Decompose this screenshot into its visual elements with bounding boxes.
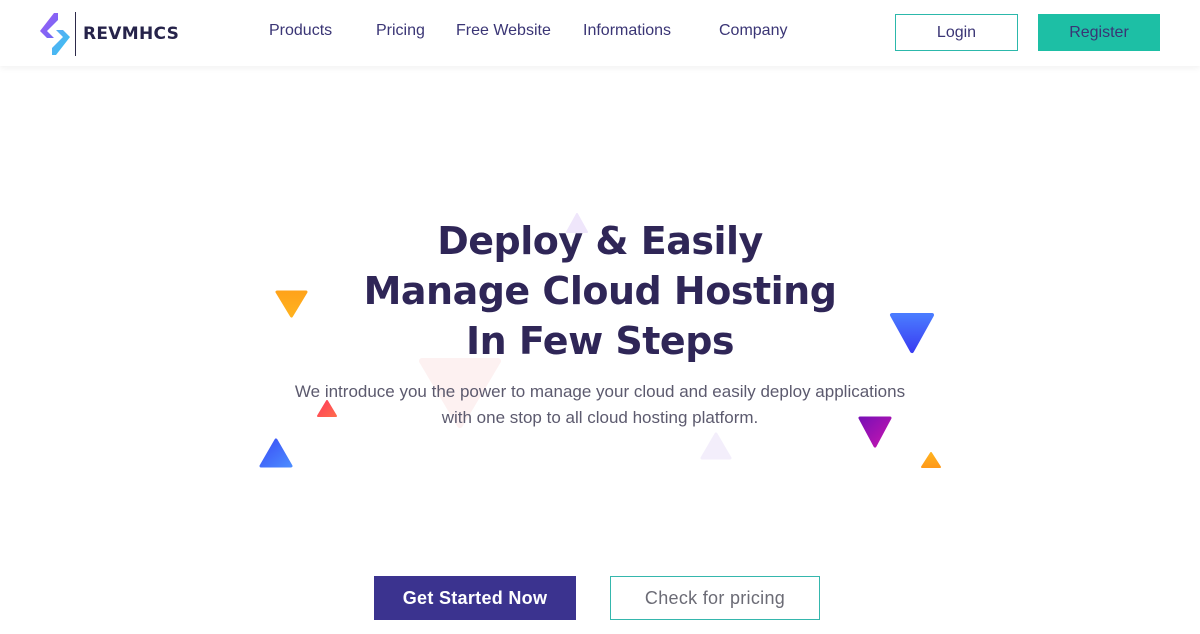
brand-logo[interactable]: REVMHCS xyxy=(38,10,179,58)
register-button[interactable]: Register xyxy=(1038,14,1160,51)
orange-up-triangle-icon xyxy=(921,452,941,468)
blue-up-triangle-icon xyxy=(259,438,293,468)
nav-item-pricing[interactable]: Pricing xyxy=(376,22,425,40)
hero-title-line: In Few Steps xyxy=(465,319,735,363)
hero-subtitle: We introduce you the power to manage you… xyxy=(0,379,1200,431)
check-pricing-button[interactable]: Check for pricing xyxy=(610,576,820,620)
hero-title-line: Manage Cloud Hosting xyxy=(363,269,837,313)
brand-name: REVMHCS xyxy=(83,24,180,44)
site-header: REVMHCS Products Pricing Free Website In… xyxy=(0,0,1200,66)
logo-divider xyxy=(75,12,76,56)
hero-title: Deploy & Easily Manage Cloud Hosting In … xyxy=(0,216,1200,366)
get-started-button[interactable]: Get Started Now xyxy=(374,576,576,620)
s-diamond-logo-icon xyxy=(40,13,70,55)
faint-lavender-up-triangle-icon xyxy=(700,432,732,460)
hero-subtitle-line: We introduce you the power to manage you… xyxy=(294,382,906,401)
nav-item-products[interactable]: Products xyxy=(269,22,332,40)
login-button[interactable]: Login xyxy=(895,14,1018,51)
nav-item-free-website[interactable]: Free Website xyxy=(456,22,551,40)
hero-subtitle-line: with one stop to all cloud hosting platf… xyxy=(441,408,759,427)
nav-item-informations[interactable]: Informations xyxy=(583,22,671,40)
hero-title-line: Deploy & Easily xyxy=(437,219,763,263)
nav-item-company[interactable]: Company xyxy=(719,22,787,40)
